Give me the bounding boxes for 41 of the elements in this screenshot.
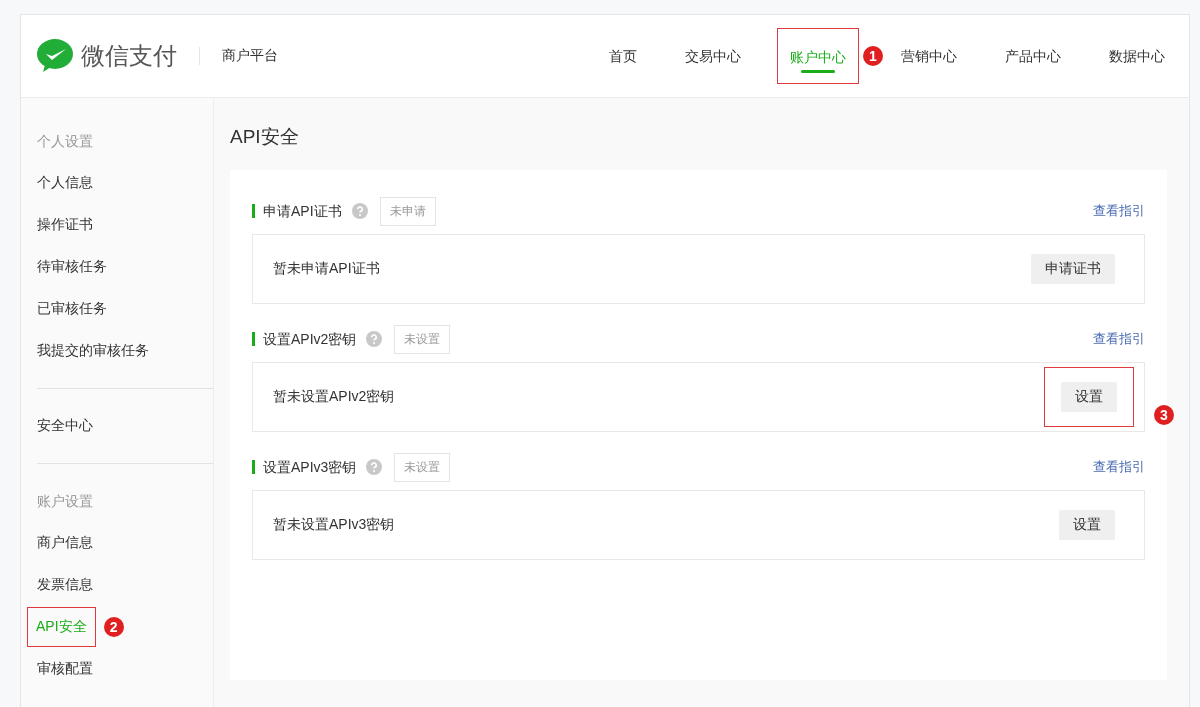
- sidebar-item[interactable]: 安全中心: [37, 417, 93, 435]
- callout-number: 1: [863, 46, 883, 66]
- brand-name: 微信支付: [81, 41, 177, 71]
- status-tag: 未设置: [394, 452, 451, 482]
- callout-number: 3: [1154, 405, 1174, 425]
- section-title: 申请API证书: [252, 204, 342, 218]
- status-tag: 未设置: [394, 324, 451, 354]
- sidebar-item[interactable]: 待审核任务: [37, 258, 107, 276]
- status-message: 暂未申请API证书: [273, 260, 380, 278]
- sidebar-heading: 个人设置: [37, 132, 94, 151]
- action-button[interactable]: 设置: [1059, 510, 1115, 540]
- sidebar-heading: 账户设置: [37, 492, 94, 511]
- guide-link[interactable]: 查看指引: [1093, 330, 1145, 348]
- sidebar-item[interactable]: 商户信息: [37, 534, 93, 552]
- status-message: 暂未设置APIv3密钥: [273, 516, 395, 534]
- sidebar-item[interactable]: 发票信息: [37, 576, 93, 594]
- nav-tab[interactable]: 数据中心: [1109, 28, 1165, 84]
- action-button[interactable]: 申请证书: [1031, 254, 1115, 284]
- nav-tab[interactable]: 首页: [609, 28, 637, 84]
- status-tag: 未申请: [379, 196, 436, 226]
- platform-name: 商户平台: [222, 47, 278, 65]
- sidebar-item[interactable]: 我提交的审核任务: [37, 342, 149, 360]
- nav-tab[interactable]: 营销中心: [901, 28, 957, 84]
- sidebar-item[interactable]: 个人信息: [37, 174, 93, 192]
- guide-link[interactable]: 查看指引: [1093, 458, 1145, 476]
- nav-tab[interactable]: 交易中心: [685, 28, 741, 84]
- help-icon[interactable]: [351, 203, 368, 219]
- guide-link[interactable]: 查看指引: [1093, 202, 1145, 220]
- section-title: 设置APIv3密钥: [252, 460, 357, 474]
- status-message: 暂未设置APIv2密钥: [273, 388, 395, 406]
- action-button[interactable]: 设置: [1061, 382, 1117, 412]
- sidebar-item[interactable]: 操作证书: [37, 216, 93, 234]
- sidebar-item[interactable]: 审核配置: [37, 660, 93, 678]
- nav-tab[interactable]: 产品中心: [1005, 28, 1061, 84]
- sidebar-item[interactable]: 已审核任务: [37, 300, 107, 318]
- help-icon[interactable]: [366, 459, 383, 475]
- help-icon[interactable]: [366, 331, 383, 347]
- page-title: API安全: [230, 125, 300, 149]
- section-title: 设置APIv2密钥: [252, 332, 357, 346]
- callout-number: 2: [103, 617, 124, 637]
- wechat-pay-logo-icon: [37, 39, 73, 73]
